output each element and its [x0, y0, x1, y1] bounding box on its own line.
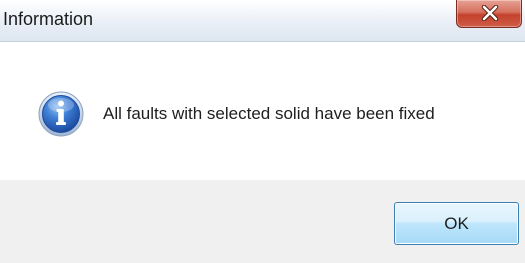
title-bar: Information [0, 0, 525, 42]
close-button[interactable] [456, 0, 522, 28]
ok-button[interactable]: OK [394, 202, 519, 245]
close-x-icon [481, 5, 499, 21]
window-title: Information [3, 9, 94, 29]
button-bar: OK [0, 180, 525, 263]
message-text: All faults with selected solid have been… [103, 104, 435, 123]
message-area: All faults with selected solid have been… [0, 43, 525, 180]
information-icon [38, 91, 84, 137]
